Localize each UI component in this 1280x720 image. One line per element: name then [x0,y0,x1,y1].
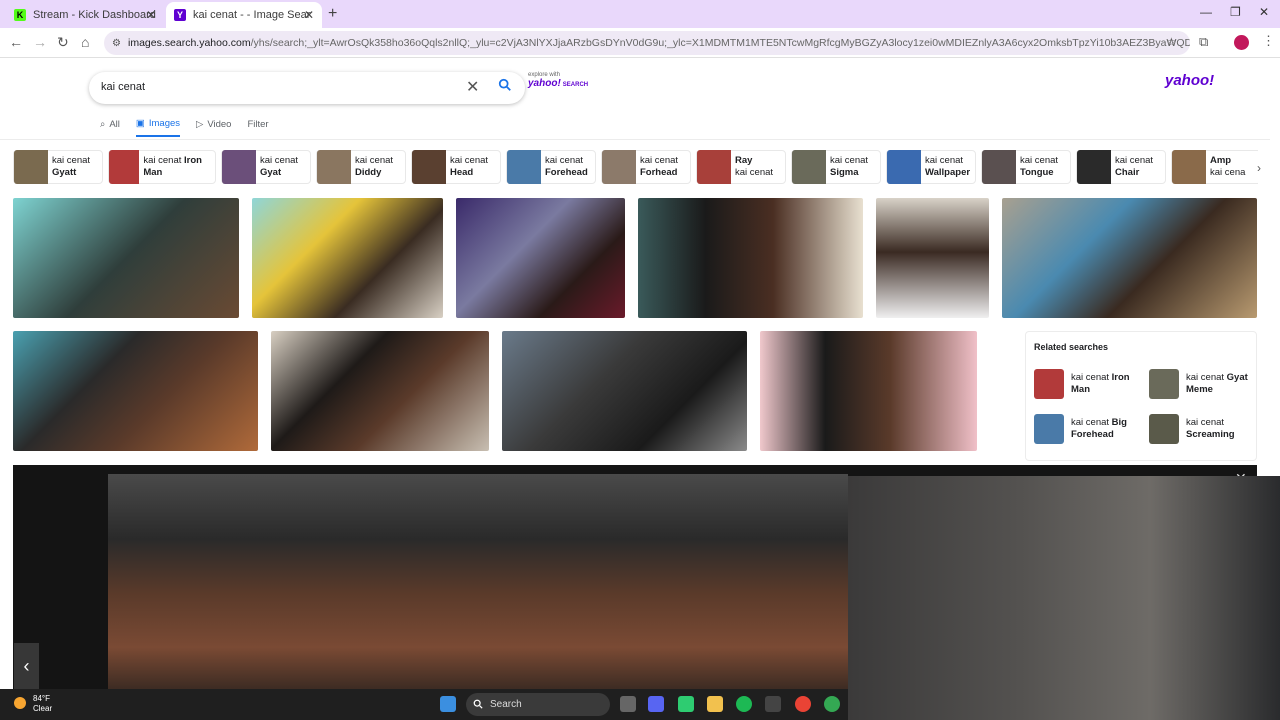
search-header: kai cenat ✕ explore with yahoo! SEARCH ya… [0,58,1270,140]
related-item[interactable]: kai cenat Iron Man [1034,369,1130,399]
discord-icon[interactable] [648,696,664,712]
weather-icon [14,697,26,709]
tab-label: kai cenat - - Image Search Resu [193,9,311,21]
search-icon[interactable] [498,78,512,92]
url-host: images.search.yahoo.com [128,37,251,49]
related-heading: Related searches [1034,342,1109,352]
thumbnail [1034,369,1064,399]
back-icon[interactable]: ← [9,34,23,50]
search-box[interactable]: kai cenat ✕ [89,72,525,104]
chevron-right-icon[interactable]: › [1257,161,1261,175]
image-result[interactable] [1002,198,1257,318]
image-result[interactable] [456,198,625,318]
close-tab-icon[interactable]: ✕ [146,8,156,22]
image-result[interactable] [638,198,863,318]
search-input[interactable]: kai cenat [101,81,145,93]
related-item[interactable]: kai cenat Big Forehead [1034,414,1127,444]
clear-search-icon[interactable]: ✕ [466,77,479,97]
address-bar[interactable]: ⚙ images.search.yahoo.com/yhs/search;_yl… [104,31,1190,55]
app-icon[interactable] [765,696,781,712]
close-window-icon[interactable]: ✕ [1259,5,1269,19]
related-item[interactable]: kai cenat Screaming [1149,414,1235,444]
close-tab-icon[interactable]: ✕ [304,8,314,22]
thumbnail [1034,414,1064,444]
chrome-icon[interactable] [795,696,811,712]
related-searches: Related searches kai cenat Iron Man kai c… [1025,331,1257,461]
taskbar: 84°F Clear Search [0,689,848,720]
bookmark-star-icon[interactable]: ☆ [1166,35,1177,49]
image-result[interactable] [13,331,258,451]
image-result[interactable] [760,331,977,451]
image-icon: ▣ [135,118,145,129]
tab-label: Stream - Kick Dashboard [33,9,156,21]
taskbar-search[interactable]: Search [466,693,610,716]
suggestion-chips: kai cenat Gyatt kai cenat Iron Man kai ce… [13,150,1258,184]
tab-video[interactable]: ▷ Video [196,118,231,137]
forward-icon[interactable]: → [33,34,47,50]
tab-kick-dashboard[interactable]: K Stream - Kick Dashboard ✕ [6,2,164,28]
new-tab-icon[interactable]: + [328,5,337,23]
chip[interactable]: kai cenat Wallpaper [886,150,976,184]
spotify-icon[interactable] [736,696,752,712]
chip[interactable]: kai cenat Diddy [316,150,406,184]
vertical-tabs: ⌕ All ▣ Images ▷ Video Filter [100,118,269,137]
app-icon[interactable] [678,696,694,712]
extensions-icon[interactable]: ⧉ [1199,34,1208,50]
chip[interactable]: kai cenat Gyat [221,150,311,184]
minimize-icon[interactable]: — [1200,5,1212,19]
tab-images[interactable]: ▣ Images [135,118,181,137]
chip[interactable]: Ray kai cenat [696,150,786,184]
image-result[interactable] [252,198,443,318]
related-item[interactable]: kai cenat Gyat Meme [1149,369,1248,399]
image-result[interactable] [502,331,747,451]
chevron-left-icon[interactable]: ‹ [14,643,39,689]
home-icon[interactable]: ⌂ [81,34,89,50]
image-result[interactable] [271,331,489,451]
search-icon: ⌕ [100,119,106,130]
chip[interactable]: kai cenat Chair [1076,150,1166,184]
task-view-icon[interactable] [620,696,636,712]
chip[interactable]: kai cenat Gyatt [13,150,103,184]
play-icon: ▷ [196,119,204,130]
chip[interactable]: kai cenat Iron Man [108,150,216,184]
menu-icon[interactable]: ⋮ [1262,33,1275,49]
browser-toolbar: ← → ↻ ⌂ ⚙ images.search.yahoo.com/yhs/se… [0,28,1280,58]
chip[interactable]: kai cenat Forhead [601,150,691,184]
image-result[interactable] [876,198,989,318]
tab-yahoo-images[interactable]: Y kai cenat - - Image Search Resu ✕ [166,2,322,28]
expanded-image [108,474,848,691]
profile-avatar[interactable] [1234,35,1249,50]
chrome-icon[interactable] [824,696,840,712]
image-result[interactable] [13,198,239,318]
url-path: /yhs/search;_ylt=AwrOsQk358ho36oQqls2nll… [250,37,1190,49]
tab-strip: K Stream - Kick Dashboard ✕ Y kai cenat … [0,0,1280,28]
search-icon [473,699,483,709]
yahoo-icon: Y [174,9,186,21]
reload-icon[interactable]: ↻ [57,34,69,51]
tab-filter[interactable]: Filter [247,118,268,137]
chip[interactable]: kai cenat Forehead [506,150,596,184]
chip[interactable]: kai cenat Tongue [981,150,1071,184]
thumbnail [1149,414,1179,444]
webcam-overlay [848,476,1280,720]
explore-with-yahoo[interactable]: explore with yahoo! SEARCH [528,72,588,89]
yahoo-logo[interactable]: yahoo! [1165,72,1214,89]
file-explorer-icon[interactable] [707,696,723,712]
chip[interactable]: Amp kai cena [1171,150,1258,184]
kick-icon: K [14,9,26,21]
chip[interactable]: kai cenat Head [411,150,501,184]
chip[interactable]: kai cenat Sigma [791,150,881,184]
windows-start-icon[interactable] [440,696,456,712]
tab-all[interactable]: ⌕ All [100,118,120,137]
divider [0,139,1270,140]
restore-icon[interactable]: ❐ [1230,5,1241,19]
thumbnail [1149,369,1179,399]
site-info-icon[interactable]: ⚙ [112,38,121,49]
